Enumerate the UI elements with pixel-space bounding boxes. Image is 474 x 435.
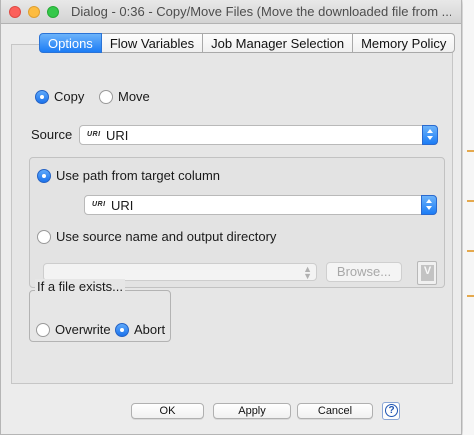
apply-button[interactable]: Apply: [213, 403, 291, 419]
flow-variable-icon: V: [421, 265, 434, 281]
file-exists-legend: If a file exists...: [35, 279, 125, 294]
tab-job-manager-selection[interactable]: Job Manager Selection: [203, 33, 354, 53]
flow-variable-button[interactable]: V: [417, 261, 437, 285]
target-column-value: URI: [111, 198, 134, 213]
source-value: URI: [106, 128, 129, 143]
tab-bar: Options Flow Variables Job Manager Selec…: [39, 33, 456, 53]
background-marker: [467, 295, 474, 297]
tab-memory-policy[interactable]: Memory Policy: [353, 33, 456, 53]
close-window-button[interactable]: [9, 6, 21, 18]
chevron-updown-icon: ▲ ▼: [303, 264, 312, 281]
background-marker: [467, 250, 474, 252]
tab-options[interactable]: Options: [39, 33, 102, 53]
abort-radio[interactable]: [115, 323, 129, 337]
use-path-radio[interactable]: [37, 169, 51, 183]
use-path-label: Use path from target column: [56, 168, 221, 183]
copy-label: Copy: [54, 89, 85, 104]
maximize-window-button[interactable]: [47, 6, 59, 18]
help-button[interactable]: ?: [382, 402, 400, 420]
dialog-window: Dialog - 0:36 - Copy/Move Files (Move th…: [0, 0, 462, 435]
minimize-window-button[interactable]: [28, 6, 40, 18]
cancel-button[interactable]: Cancel: [297, 403, 373, 419]
source-select[interactable]: URI URI: [79, 125, 438, 145]
target-column-select[interactable]: URI URI: [84, 195, 437, 215]
window-title: Dialog - 0:36 - Copy/Move Files (Move th…: [71, 4, 451, 19]
use-source-name-label: Use source name and output directory: [56, 229, 277, 244]
move-label: Move: [118, 89, 150, 104]
background-marker: [467, 200, 474, 202]
overwrite-radio[interactable]: [36, 323, 50, 337]
title-bar[interactable]: Dialog - 0:36 - Copy/Move Files (Move th…: [1, 0, 461, 24]
overwrite-label: Overwrite: [55, 322, 111, 337]
source-label: Source: [31, 127, 73, 142]
use-source-name-radio[interactable]: [37, 230, 51, 244]
background-window-strip: [463, 0, 474, 435]
ok-button[interactable]: OK: [131, 403, 204, 419]
uri-type-icon: URI: [87, 131, 101, 138]
tab-flow-variables[interactable]: Flow Variables: [101, 33, 204, 53]
background-marker: [467, 150, 474, 152]
move-radio[interactable]: [99, 90, 113, 104]
abort-label: Abort: [134, 322, 166, 337]
copy-radio[interactable]: [35, 90, 49, 104]
browse-button[interactable]: Browse...: [326, 262, 402, 282]
uri-type-icon: URI: [92, 201, 106, 208]
help-icon: ?: [385, 404, 398, 417]
chevron-updown-icon: [422, 125, 438, 145]
chevron-updown-icon: [421, 195, 437, 215]
